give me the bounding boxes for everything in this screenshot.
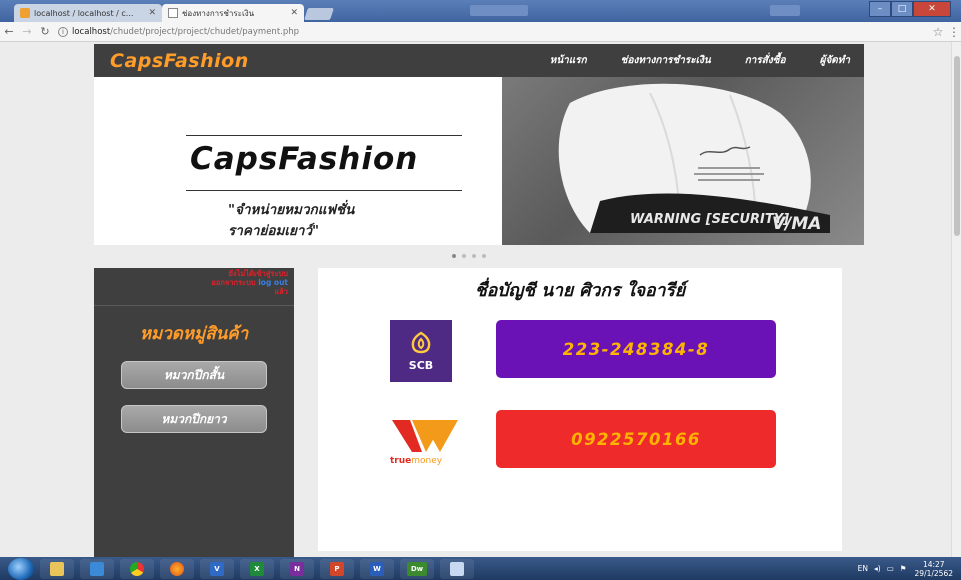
menu-item-authors[interactable]: ผู้จัดทำ [820,53,850,68]
maximize-button[interactable]: □ [891,1,913,17]
language-indicator[interactable]: EN [858,564,868,573]
tab-payment[interactable]: ช่องทางการชำระเงิน ✕ [162,4,304,22]
taskbar-visio-icon[interactable]: V [200,558,234,579]
banner-rule-top [186,135,462,136]
back-arrow-icon[interactable]: ← [0,25,18,38]
close-tab-icon[interactable]: ✕ [148,8,156,18]
site-logo[interactable]: CapsFashion [110,50,249,72]
phpmyadmin-favicon-icon [20,8,30,18]
truemoney-label: truemoney [390,456,442,466]
category-button-long-brim[interactable]: หมวกปีกยาว [121,405,267,433]
truemoney-label-money: money [411,456,443,466]
scb-label: SCB [408,358,434,372]
cap-strap-text: V/MA [772,214,821,233]
network-icon[interactable]: ▭ [887,564,894,573]
blurred-region [470,5,528,16]
info-icon[interactable]: i [58,26,68,37]
system-tray: EN ◂) ▭ ⚑ 14:27 29/1/2562 [852,560,953,578]
banner-title: CapsFashion [190,141,419,177]
minimize-button[interactable]: – [869,1,891,17]
windows-taskbar: V X N P W Dw EN ◂) ▭ ⚑ 14:27 29/1/2562 [0,557,961,580]
taskbar-powerpoint-icon[interactable]: P [320,558,354,579]
close-tab-icon[interactable]: ✕ [290,8,298,18]
tab-phpmyadmin[interactable]: localhost / localhost / c... ✕ [14,4,162,22]
taskbar-chrome-icon[interactable] [120,558,154,579]
logout-link[interactable]: log out [258,278,288,287]
site-navbar: CapsFashion หน้าแรก ช่องทางการชำระเงิน ก… [94,44,864,77]
forward-arrow-icon[interactable]: → [18,25,36,38]
truemoney-logo-icon: truemoney [388,414,462,470]
taskbar-firefox-icon[interactable] [160,558,194,579]
carousel-dot[interactable] [472,254,476,258]
reload-icon[interactable]: ↻ [36,25,54,38]
clock-date: 29/1/2562 [914,568,953,578]
scb-emblem-icon [411,331,431,353]
login-warning-line2: ออกจากระบบ [211,278,256,287]
login-warning: ยังไม่ได้เข้าสู่ระบบ ออกจากระบบ log out … [150,269,288,296]
start-button-icon[interactable] [8,557,34,580]
url-field[interactable]: i localhost /chudet/project/project/chud… [58,26,929,37]
page-viewport: CapsFashion หน้าแรก ช่องทางการชำระเงิน ก… [0,42,961,557]
menu-item-orders[interactable]: การสั่งซื้อ [745,53,786,68]
window-controls: – □ ✕ [869,1,951,17]
clock-time: 14:27 [922,559,945,569]
carousel-dot[interactable] [482,254,486,258]
blurred-region [770,5,800,16]
taskbar-media-icon[interactable] [80,558,114,579]
browser-menu-icon[interactable]: ⋮ [947,25,961,39]
carousel-indicators [452,254,492,258]
category-sidebar: ยังไม่ได้เข้าสู่ระบบ ออกจากระบบ log out … [94,268,294,557]
scb-account-number: 223-248384-8 [496,320,776,378]
carousel-dot[interactable] [452,254,456,258]
menu-item-payment[interactable]: ช่องทางการชำระเงิน [621,53,711,68]
account-name: ชื่อบัญชี นาย ศิวกร ใจอารีย์ [474,281,686,301]
page-favicon-icon [168,8,178,18]
taskbar-onenote-icon[interactable]: N [280,558,314,579]
truemoney-label-true: true [390,456,412,466]
taskbar-word-icon[interactable]: W [360,558,394,579]
scrollbar-thumb[interactable] [954,56,960,236]
payment-panel: ชื่อบัญชี นาย ศิวกร ใจอารีย์ SCB 223-248… [318,268,842,551]
close-window-button[interactable]: ✕ [913,1,951,17]
main-menu: หน้าแรก ช่องทางการชำระเงิน การสั่งซื้อ ผ… [516,53,850,68]
taskbar-paint-icon[interactable] [440,558,474,579]
category-heading: หมวดหมู่สินค้า [139,324,249,344]
scb-logo-icon: SCB [390,320,452,382]
browser-titlebar: localhost / localhost / c... ✕ ช่องทางกา… [0,0,961,22]
menu-item-home[interactable]: หน้าแรก [550,53,587,68]
page-scrollbar[interactable] [951,42,961,557]
taskbar-explorer-icon[interactable] [40,558,74,579]
banner-subtitle-line1: "จำหน่ายหมวกแฟชั่น [228,202,355,218]
banner-subtitle-line2: ราคาย่อมเยาว์" [228,223,320,239]
login-status: ยังไม่ได้เข้าสู่ระบบ ออกจากระบบ log out … [94,268,294,306]
new-tab-button[interactable] [304,8,334,20]
tab-title: ช่องทางการชำระเงิน [182,8,255,18]
volume-icon[interactable]: ◂) [874,564,881,573]
taskbar-excel-icon[interactable]: X [240,558,274,579]
banner-rule-bottom [186,190,462,191]
white-cap-image: WARNING [SECURITY] V/MA [558,83,830,233]
carousel-dot[interactable] [462,254,466,258]
hero-banner: CapsFashion "จำหน่ายหมวกแฟชั่น ราคาย่อมเ… [94,77,864,245]
url-path: /chudet/project/project/chudet/payment.p… [110,26,300,37]
tab-title: localhost / localhost / c... [34,8,134,18]
address-bar-row: ← → ↻ i localhost /chudet/project/projec… [0,22,961,42]
category-button-short-brim[interactable]: หมวกปีกสั้น [121,361,267,389]
cap-strap-text: WARNING [SECURITY] [630,212,789,227]
truemoney-phone-number: 0922570166 [496,410,776,468]
clock[interactable]: 14:27 29/1/2562 [915,560,953,578]
truemoney-w-icon [392,420,458,452]
url-host: localhost [72,26,111,37]
bookmark-star-icon[interactable]: ☆ [929,25,947,39]
login-warning-line1: ยังไม่ได้เข้าสู่ระบบ [228,269,288,278]
flag-icon[interactable]: ⚑ [900,564,907,573]
login-warning-line3: แล้ว [274,287,288,296]
taskbar-dreamweaver-icon[interactable]: Dw [400,558,434,579]
